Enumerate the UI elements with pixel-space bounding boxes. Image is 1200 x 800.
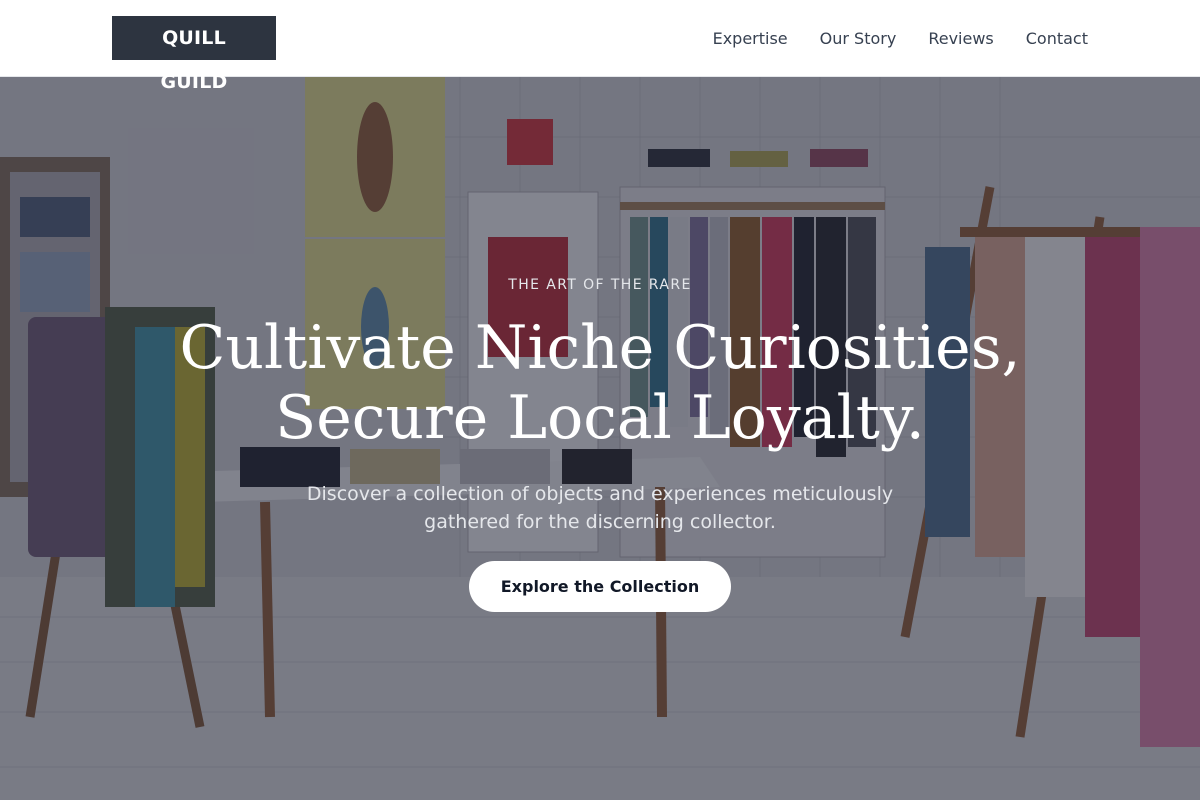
explore-collection-button[interactable]: Explore the Collection <box>469 561 731 612</box>
hero-subtext: Discover a collection of objects and exp… <box>306 483 894 533</box>
nav-link-reviews[interactable]: Reviews <box>928 29 993 48</box>
hero-section: THE ART OF THE RARE Cultivate Niche Curi… <box>0 77 1200 800</box>
hero-content: THE ART OF THE RARE Cultivate Niche Curi… <box>0 77 1200 800</box>
brand-logo[interactable]: QUILL GUILD <box>112 16 276 93</box>
hero-eyebrow: THE ART OF THE RARE <box>508 277 692 293</box>
site-header: QUILL GUILD Expertise Our Story Reviews … <box>0 0 1200 93</box>
hero-headline-line-2: Secure Local Loyalty. <box>275 383 925 453</box>
nav-link-expertise[interactable]: Expertise <box>713 29 788 48</box>
main-nav: Expertise Our Story Reviews Contact <box>713 0 1088 76</box>
nav-link-our-story[interactable]: Our Story <box>820 29 897 48</box>
hero-headline: Cultivate Niche Curiosities, Secure Loca… <box>0 313 1200 453</box>
nav-link-contact[interactable]: Contact <box>1026 29 1088 48</box>
hero-headline-line-1: Cultivate Niche Curiosities, <box>179 313 1021 383</box>
